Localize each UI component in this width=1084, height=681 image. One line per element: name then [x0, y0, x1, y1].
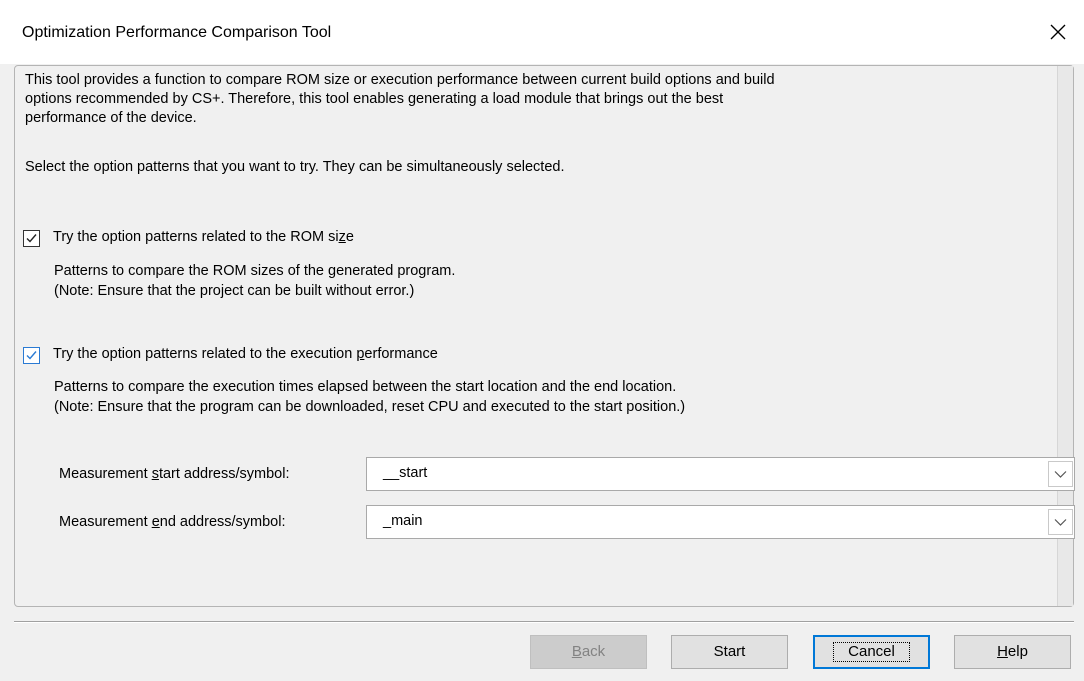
back-button[interactable]: Back	[530, 635, 647, 669]
chevron-down-icon	[1054, 471, 1067, 478]
help-button[interactable]: Help	[954, 635, 1071, 669]
cancel-button[interactable]: Cancel	[813, 635, 930, 669]
execution-performance-description: Patterns to compare the execution times …	[54, 379, 686, 415]
start-address-combobox[interactable]: __start	[366, 457, 1075, 491]
checkmark-icon	[26, 351, 37, 360]
cancel-button-label: Cancel	[833, 642, 910, 662]
end-address-label: Measurement end address/symbol:	[59, 514, 286, 530]
content-panel: This tool provides a function to compare…	[14, 65, 1075, 607]
button-separator	[14, 621, 1074, 623]
title-bar: Optimization Performance Comparison Tool	[0, 0, 1084, 64]
checkmark-icon	[26, 234, 37, 243]
end-address-combobox[interactable]: _main	[366, 505, 1075, 539]
window-title: Optimization Performance Comparison Tool	[22, 24, 332, 41]
dialog-window: Optimization Performance Comparison Tool…	[0, 0, 1084, 681]
close-button[interactable]	[1038, 14, 1078, 50]
intro-text: This tool provides a function to compare…	[25, 72, 775, 126]
rom-size-description: Patterns to compare the ROM sizes of the…	[54, 263, 456, 299]
end-address-dropdown-button[interactable]	[1048, 509, 1073, 535]
start-address-dropdown-button[interactable]	[1048, 461, 1073, 487]
rom-size-checkbox[interactable]	[23, 230, 40, 247]
close-icon	[1050, 24, 1066, 40]
chevron-down-icon	[1054, 519, 1067, 526]
start-address-value: __start	[383, 465, 428, 481]
start-address-label: Measurement start address/symbol:	[59, 466, 290, 482]
execution-performance-option-label: Try the option patterns related to the e…	[53, 346, 438, 362]
select-prompt: Select the option patterns that you want…	[25, 159, 565, 175]
start-button[interactable]: Start	[671, 635, 788, 669]
dialog-body: This tool provides a function to compare…	[0, 64, 1084, 681]
end-address-value: _main	[383, 513, 423, 529]
rom-size-option-label: Try the option patterns related to the R…	[53, 229, 354, 245]
execution-performance-checkbox[interactable]	[23, 347, 40, 364]
